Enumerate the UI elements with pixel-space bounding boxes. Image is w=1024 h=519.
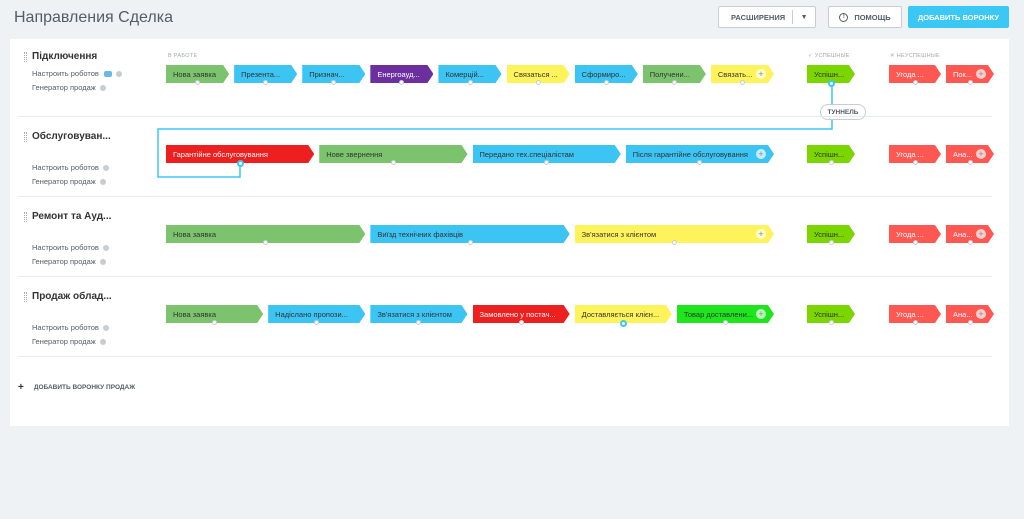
stage-connector-dot[interactable] [236, 160, 244, 167]
stage-connector-dot[interactable] [827, 80, 835, 87]
stage-connector-dot[interactable] [967, 160, 973, 165]
robots-link[interactable]: Настроить роботов [32, 323, 109, 332]
stage-connector-dot[interactable] [331, 80, 337, 85]
extensions-button[interactable]: РАСШИРЕНИЯ ▼ [718, 6, 816, 28]
drag-handle-icon[interactable] [24, 52, 27, 62]
stage-connector-dot[interactable] [416, 320, 422, 325]
add-stage-icon[interactable]: + [976, 149, 986, 159]
funnel-name[interactable]: Продаж облад... [32, 291, 112, 302]
robots-link[interactable]: Настроить роботов [32, 69, 122, 78]
generator-label: Генератор продаж [32, 177, 96, 186]
help-label: ПОМОЩЬ [854, 12, 891, 22]
robots-link[interactable]: Настроить роботов [32, 163, 109, 172]
add-stage-icon[interactable]: + [756, 229, 766, 239]
extensions-label: РАСШИРЕНИЯ [731, 12, 786, 22]
funnel-name[interactable]: Підключення [32, 51, 97, 62]
help-icon[interactable] [99, 338, 106, 345]
stage-connector-dot[interactable] [314, 320, 320, 325]
stage-connector-dot[interactable] [195, 80, 201, 85]
robots-label: Настроить роботов [32, 243, 99, 252]
help-icon[interactable] [102, 164, 109, 171]
help-icon[interactable] [99, 84, 106, 91]
stage-connector-dot[interactable] [828, 240, 834, 245]
add-stage-icon[interactable]: + [976, 229, 986, 239]
robots-link[interactable]: Настроить роботов [32, 243, 109, 252]
generator-label: Генератор продаж [32, 257, 96, 266]
generator-label: Генератор продаж [32, 337, 96, 346]
help-icon[interactable] [115, 70, 122, 77]
stage-connector-dot[interactable] [967, 240, 973, 245]
stage-connector-dot[interactable] [912, 240, 918, 245]
stage-connector-dot[interactable] [467, 240, 473, 245]
stage-connector-dot[interactable] [722, 320, 728, 325]
add-sales-funnel-label: ДОБАВИТЬ ВОРОНКУ ПРОДАЖ [33, 384, 136, 391]
funnel-row: Ремонт та Ауд... Настроить роботов Генер… [10, 197, 1000, 277]
stage-connector-dot[interactable] [828, 320, 834, 325]
drag-handle-icon[interactable] [24, 292, 27, 302]
generator-link[interactable]: Генератор продаж [32, 83, 106, 92]
help-icon[interactable] [99, 258, 106, 265]
add-stage-icon[interactable]: + [756, 69, 766, 79]
plus-icon: + [18, 382, 24, 393]
stage-connector-dot[interactable] [967, 80, 973, 85]
page-title: Направления Сделка [14, 9, 174, 26]
stage-connector-dot[interactable] [544, 160, 550, 165]
stage-connector-dot[interactable] [671, 80, 677, 85]
robot-icon [103, 70, 112, 77]
stage-connector-dot[interactable] [697, 160, 703, 165]
add-stage-icon[interactable]: + [756, 149, 766, 159]
funnel-name[interactable]: Обслуговуван... [32, 131, 111, 142]
funnel-row: Продаж облад... Настроить роботов Генера… [10, 277, 1000, 357]
robots-label: Настроить роботов [32, 323, 99, 332]
stage-connector-dot[interactable] [739, 80, 745, 85]
stage-connector-dot[interactable] [535, 80, 541, 85]
stage-connector-dot[interactable] [603, 80, 609, 85]
robots-label: Настроить роботов [32, 163, 99, 172]
help-icon[interactable] [99, 178, 106, 185]
add-stage-icon[interactable]: + [976, 309, 986, 319]
help-icon[interactable] [102, 244, 109, 251]
help-button[interactable]: ! ПОМОЩЬ [828, 6, 902, 28]
generator-link[interactable]: Генератор продаж [32, 337, 106, 346]
funnels-panel: В РАБОТЕ ✓ УСПЕШНЫЕ ✕ НЕУСПЕШНЫЕ ТУННЕЛЬ… [10, 39, 1009, 426]
funnel-name[interactable]: Ремонт та Ауд... [32, 211, 111, 222]
funnel-row: Обслуговуван... Настроить роботов Генера… [10, 117, 1000, 197]
drag-handle-icon[interactable] [24, 132, 27, 142]
drag-handle-icon[interactable] [24, 212, 27, 222]
stage-connector-dot[interactable] [619, 320, 627, 327]
info-icon: ! [839, 12, 849, 22]
add-stage-icon[interactable]: + [756, 309, 766, 319]
stage-connector-dot[interactable] [967, 320, 973, 325]
stage-connector-dot[interactable] [399, 80, 405, 85]
stage-connector-dot[interactable] [467, 80, 473, 85]
stage-connector-dot[interactable] [912, 80, 918, 85]
stage-connector-dot[interactable] [263, 240, 269, 245]
add-stage-icon[interactable]: + [976, 69, 986, 79]
generator-link[interactable]: Генератор продаж [32, 257, 106, 266]
generator-link[interactable]: Генератор продаж [32, 177, 106, 186]
chevron-down-icon[interactable]: ▼ [793, 14, 815, 21]
help-icon[interactable] [102, 324, 109, 331]
stage-connector-dot[interactable] [390, 160, 396, 165]
stage-connector-dot[interactable] [671, 240, 677, 245]
add-sales-funnel-link[interactable]: + ДОБАВИТЬ ВОРОНКУ ПРОДАЖ [18, 382, 135, 393]
add-funnel-button[interactable]: ДОБАВИТЬ ВОРОНКУ [908, 6, 1009, 28]
stage-connector-dot[interactable] [828, 160, 834, 165]
row-divider [18, 356, 992, 357]
stage-connector-dot[interactable] [912, 320, 918, 325]
stage-connector-dot[interactable] [263, 80, 269, 85]
funnel-row: Підключення Настроить роботов Генератор … [10, 39, 1000, 117]
generator-label: Генератор продаж [32, 83, 96, 92]
stage-connector-dot[interactable] [518, 320, 524, 325]
stage-connector-dot[interactable] [912, 160, 918, 165]
stage-connector-dot[interactable] [212, 320, 218, 325]
robots-label: Настроить роботов [32, 69, 99, 78]
